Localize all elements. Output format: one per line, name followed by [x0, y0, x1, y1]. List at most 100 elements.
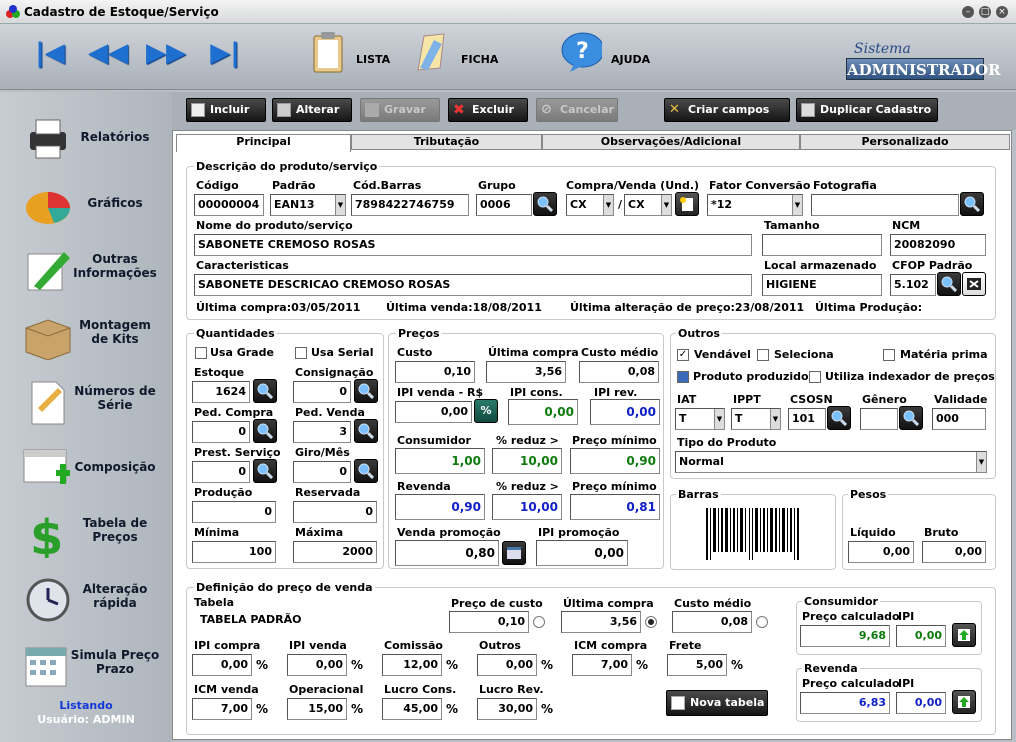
duplicar-button[interactable]: Duplicar Cadastro: [796, 98, 938, 122]
nova-tabela-button[interactable]: Nova tabela: [666, 690, 768, 716]
sidebar-item-tabela-precos[interactable]: $ Tabela de Preços: [0, 500, 172, 566]
chevron-down-icon[interactable]: ▼: [335, 195, 345, 215]
cons-preco-calc-field[interactable]: 9,68: [800, 625, 890, 647]
usa-serial-checkbox[interactable]: [295, 347, 307, 359]
consignacao-search-button[interactable]: [354, 379, 378, 403]
chevron-down-icon[interactable]: ▼: [661, 195, 671, 215]
percent-button[interactable]: %: [474, 399, 498, 423]
cons-ipi-field[interactable]: 0,00: [896, 625, 946, 647]
venda-select[interactable]: CX ▼: [624, 194, 672, 216]
ipi-promocao-field[interactable]: 0,00: [536, 540, 628, 566]
ult-compra-radio[interactable]: [645, 616, 657, 628]
rev-preco-calc-field[interactable]: 6,83: [800, 692, 890, 714]
giro-search-button[interactable]: [354, 459, 378, 483]
preco-minimo-cons-field[interactable]: 0,90: [570, 448, 660, 474]
tab-personalizado[interactable]: Personalizado: [800, 134, 1010, 150]
grupo-field[interactable]: 0006: [476, 194, 532, 216]
alterar-button[interactable]: Alterar: [272, 98, 352, 122]
consumidor-field[interactable]: 1,00: [395, 448, 485, 474]
fator-select[interactable]: *12 ▼: [707, 194, 803, 216]
tipo-produto-select[interactable]: Normal ▼: [675, 451, 987, 473]
ped-venda-search-button[interactable]: [354, 419, 378, 443]
ped-compra-search-button[interactable]: [253, 419, 277, 443]
minimize-icon[interactable]: –: [962, 6, 974, 18]
incluir-button[interactable]: Incluir: [186, 98, 266, 122]
ped-venda-field[interactable]: 3: [293, 421, 351, 443]
chevron-down-icon[interactable]: ▼: [792, 195, 802, 215]
custo-medio-radio[interactable]: [756, 616, 768, 628]
sidebar-item-graficos[interactable]: Gráficos: [0, 170, 172, 236]
preco-minimo-rev-field[interactable]: 0,81: [570, 494, 660, 520]
rev-apply-button[interactable]: [952, 690, 976, 714]
cons-apply-button[interactable]: [952, 623, 976, 647]
ipi-rev-field[interactable]: 0,00: [590, 399, 660, 425]
icm-compra-field[interactable]: 7,00: [572, 654, 632, 676]
ped-compra-field[interactable]: 0: [192, 421, 250, 443]
preco-custo-field[interactable]: 0,10: [449, 611, 529, 633]
clipboard-icon[interactable]: [308, 30, 350, 74]
first-record-icon[interactable]: |◀: [30, 36, 70, 70]
lista-button[interactable]: LISTA: [356, 53, 390, 66]
rev-ipi-field[interactable]: 0,00: [896, 692, 946, 714]
ajuda-button[interactable]: AJUDA: [611, 53, 650, 66]
reservada-field[interactable]: 0: [293, 501, 377, 523]
venda-promocao-field[interactable]: 0,80: [395, 540, 499, 566]
genero-search-button[interactable]: [899, 406, 923, 430]
cancelar-button[interactable]: ⊘ Cancelar: [536, 98, 618, 122]
excluir-button[interactable]: ✖ Excluir: [448, 98, 528, 122]
local-field[interactable]: HIGIENE: [762, 274, 882, 296]
liquido-field[interactable]: 0,00: [848, 541, 914, 563]
custo-medio-field[interactable]: 0,08: [579, 361, 659, 383]
barras-field[interactable]: 7898422746759: [351, 194, 469, 216]
caracteristicas-field[interactable]: SABONETE DESCRICAO CREMOSO ROSAS: [194, 274, 752, 296]
icm-venda-field[interactable]: 7,00: [192, 698, 252, 720]
seleciona-checkbox[interactable]: [757, 349, 769, 361]
chevron-down-icon[interactable]: ▼: [603, 195, 613, 215]
sidebar-item-montagem-kits[interactable]: Montagem de Kits: [0, 302, 172, 368]
sidebar-item-relatorios[interactable]: Relatórios: [0, 104, 172, 170]
sidebar-item-alteracao-rapida[interactable]: Alteração rápida: [0, 566, 172, 632]
minima-field[interactable]: 100: [192, 541, 276, 563]
ncm-field[interactable]: 20082090: [890, 234, 986, 256]
ippt-select[interactable]: T ▼: [731, 408, 781, 430]
cfop-clear-button[interactable]: [962, 272, 986, 296]
chevron-down-icon[interactable]: ▼: [714, 409, 724, 429]
produto-produzido-checkbox[interactable]: [677, 371, 689, 383]
csosn-search-button[interactable]: [827, 406, 851, 430]
custo-field[interactable]: 0,10: [395, 361, 475, 383]
operacional-field[interactable]: 15,00: [287, 698, 347, 720]
tab-principal[interactable]: Principal: [176, 134, 351, 152]
validade-field[interactable]: 000: [932, 408, 986, 430]
chevron-down-icon[interactable]: ▼: [976, 452, 986, 472]
maximize-icon[interactable]: □: [979, 6, 991, 18]
giro-field[interactable]: 0: [293, 461, 351, 483]
ficha-button[interactable]: FICHA: [461, 53, 498, 66]
cfop-search-button[interactable]: [937, 272, 961, 296]
ultima-compra-field[interactable]: 3,56: [486, 361, 566, 383]
chevron-down-icon[interactable]: ▼: [770, 409, 780, 429]
ipi-venda-def-field[interactable]: 0,00: [287, 654, 347, 676]
custo-medio-def-field[interactable]: 0,08: [672, 611, 752, 633]
tab-tributacao[interactable]: Tributação: [351, 134, 542, 150]
maxima-field[interactable]: 2000: [293, 541, 377, 563]
comissao-field[interactable]: 12,00: [382, 654, 442, 676]
ipi-venda-field[interactable]: 0,00: [395, 401, 472, 423]
vendavel-checkbox[interactable]: ✓: [677, 349, 689, 361]
promocao-calendar-button[interactable]: [502, 541, 526, 565]
next-record-icon[interactable]: ▶▶: [146, 36, 186, 70]
codigo-field[interactable]: 00000004: [194, 194, 264, 216]
previous-record-icon[interactable]: ◀◀: [88, 36, 128, 70]
new-unit-button[interactable]: [675, 192, 699, 216]
revenda-field[interactable]: 0,90: [395, 494, 485, 520]
padrao-select[interactable]: EAN13 ▼: [270, 194, 346, 216]
help-icon[interactable]: ?: [560, 30, 602, 74]
nome-field[interactable]: SABONETE CREMOSO ROSAS: [194, 234, 752, 256]
sidebar-item-composicao[interactable]: Composição: [0, 434, 172, 500]
estoque-search-button[interactable]: [253, 379, 277, 403]
preco-custo-radio[interactable]: [533, 616, 545, 628]
iat-select[interactable]: T ▼: [675, 408, 725, 430]
tab-observacoes[interactable]: Observações/Adicional: [542, 134, 800, 150]
frete-field[interactable]: 5,00: [667, 654, 727, 676]
foto-field[interactable]: [811, 194, 959, 216]
ipi-cons-field[interactable]: 0,00: [508, 399, 578, 425]
